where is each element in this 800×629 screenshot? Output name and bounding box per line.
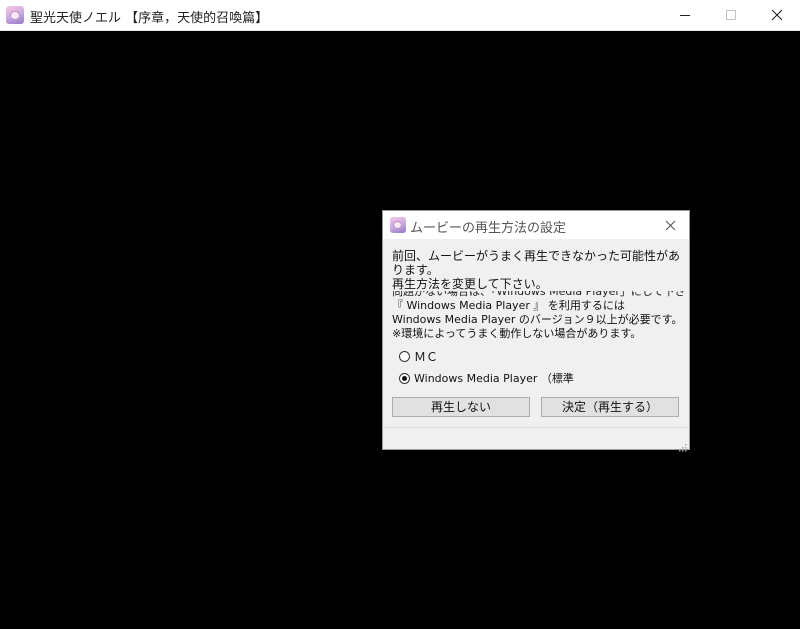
resize-grip-icon[interactable] xyxy=(677,437,687,452)
skip-playback-button[interactable]: 再生しない xyxy=(392,397,530,417)
window-title: 聖光天使ノエル 【序章，天使的召喚篇】 xyxy=(30,11,269,26)
minimize-icon[interactable] xyxy=(662,0,708,30)
message-line: ります。 xyxy=(392,263,439,277)
message-line: 再生方法を変更して下さい。 xyxy=(392,277,548,291)
option-mc[interactable]: ＭＣ xyxy=(399,348,438,364)
confirm-play-button[interactable]: 決定（再生する） xyxy=(541,397,679,417)
radio-mc[interactable] xyxy=(399,350,410,362)
option-mc-label: ＭＣ xyxy=(414,349,439,364)
close-icon[interactable] xyxy=(754,0,800,30)
option-wmp-label: Windows Media Player （標準 xyxy=(414,372,574,385)
message-line: 前回、ムービーがうまく再生できなかった可能性があ xyxy=(392,249,681,263)
wmp-note-line: ※環境によってうまく動作しない場合があります。 xyxy=(392,327,642,340)
radio-wmp[interactable] xyxy=(399,372,410,384)
wmp-note-line: 『 Windows Media Player 』 を利用するには xyxy=(392,299,625,312)
app-icon xyxy=(6,6,24,24)
maximize-icon[interactable] xyxy=(708,0,754,30)
option-wmp[interactable]: Windows Media Player （標準 xyxy=(399,370,574,386)
wmp-note-line: Windows Media Player のバージョン９以上が必要です。 xyxy=(392,313,683,326)
movie-playback-dialog: ムービーの再生方法の設定 前回、ムービーがうまく再生できなかった可能性があ りま… xyxy=(382,210,690,452)
dialog-close-icon[interactable] xyxy=(659,215,681,235)
status-divider xyxy=(383,427,689,428)
dialog-message: 前回、ムービーがうまく再生できなかった可能性があ ります。 再生方法を変更して下… xyxy=(392,249,684,341)
clipped-line-text: 問題がない場合は、「Windows Media Player」にして下さ xyxy=(392,291,684,298)
dialog-titlebar[interactable]: ムービーの再生方法の設定 xyxy=(383,211,689,239)
dialog-app-icon xyxy=(390,217,406,233)
window-titlebar[interactable]: 聖光天使ノエル 【序章，天使的召喚篇】 xyxy=(0,0,800,31)
dialog-title: ムービーの再生方法の設定 xyxy=(410,221,567,236)
clipped-message-line: 問題がない場合は、「Windows Media Player」にして下さ xyxy=(392,291,684,299)
